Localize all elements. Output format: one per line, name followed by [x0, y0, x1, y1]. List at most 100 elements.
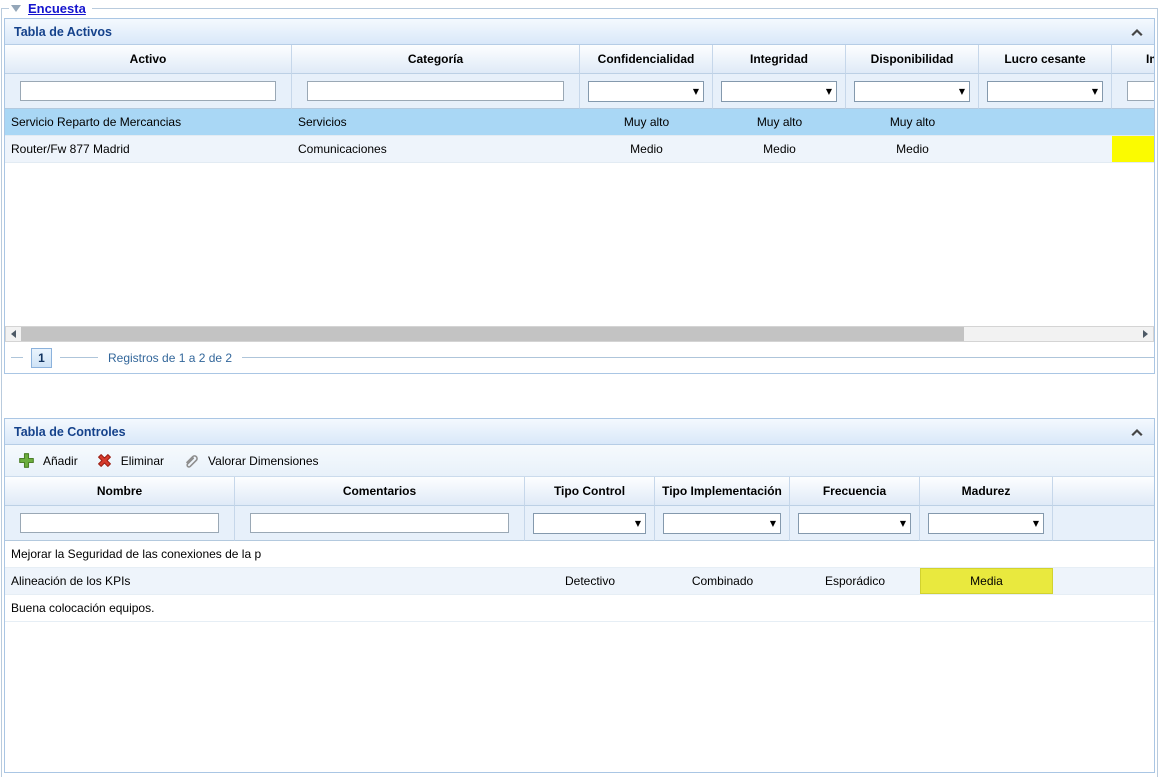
scroll-right-button[interactable] [1138, 327, 1153, 341]
activos-panel-header: Tabla de Activos [5, 19, 1154, 45]
col-header-tipo-control[interactable]: Tipo Control [525, 477, 655, 506]
pager-line [60, 357, 98, 358]
cell-categoria: Comunicaciones [292, 136, 580, 162]
cell-integridad: Muy alto [713, 109, 846, 135]
activos-collapse-icon[interactable] [1130, 26, 1144, 38]
cell-tipo-control [525, 541, 655, 567]
col-header-tipo-implementacion[interactable]: Tipo Implementación [655, 477, 790, 506]
controles-panel: Tabla de Controles Añadir Eliminar Valor… [4, 418, 1155, 773]
col-header-confidencialidad[interactable]: Confidencialidad [580, 45, 713, 74]
activos-pager: 1 Registros de 1 a 2 de 2 [5, 342, 1154, 373]
col-header-madurez[interactable]: Madurez [920, 477, 1053, 506]
encuesta-legend: Encuesta [9, 0, 92, 17]
activos-panel-title: Tabla de Activos [14, 25, 112, 39]
cell-madurez-highlight: Media [920, 568, 1053, 594]
filter-disponibilidad-select[interactable]: ▼ [854, 81, 970, 102]
col-header-frecuencia[interactable]: Frecuencia [790, 477, 920, 506]
controles-panel-header: Tabla de Controles [5, 419, 1154, 445]
cell-madurez [920, 595, 1053, 621]
controles-toolbar: Añadir Eliminar Valorar Dimensiones [5, 445, 1154, 477]
cell-madurez [920, 541, 1053, 567]
cell-lucro-cesante [979, 136, 1112, 162]
dropdown-arrow-icon: ▼ [1092, 87, 1098, 96]
cell-confidencialidad: Muy alto [580, 109, 713, 135]
col-header-filler [1053, 477, 1154, 506]
filter-categoria-input[interactable] [307, 81, 564, 101]
dropdown-arrow-icon: ▼ [770, 519, 776, 528]
add-button-label: Añadir [43, 454, 78, 468]
valorar-dimensiones-button[interactable]: Valorar Dimensiones [178, 449, 329, 472]
filter-tipo-control-select[interactable]: ▼ [533, 513, 646, 534]
controles-collapse-icon[interactable] [1130, 426, 1144, 438]
filter-lucro-cesante-select[interactable]: ▼ [987, 81, 1103, 102]
control-row-3[interactable]: Buena colocación equipos. [5, 595, 1154, 622]
cell-tipo-implementacion [655, 595, 790, 621]
cell-impacto [1112, 109, 1154, 135]
scroll-left-icon [11, 330, 16, 338]
filter-confidencialidad-select[interactable]: ▼ [588, 81, 704, 102]
scroll-left-button[interactable] [6, 327, 21, 341]
col-header-impacto[interactable]: Impacto [1112, 45, 1154, 74]
cell-lucro-cesante [979, 109, 1112, 135]
cell-comentarios [235, 568, 525, 594]
cell-tipo-control: Detectivo [525, 568, 655, 594]
cell-filler [1053, 595, 1154, 621]
cell-activo: Servicio Reparto de Mercancias [5, 109, 292, 135]
filter-activo-input[interactable] [20, 81, 276, 101]
asset-row-2[interactable]: Router/Fw 877 Madrid Comunicaciones Medi… [5, 136, 1154, 163]
col-header-lucro-cesante[interactable]: Lucro cesante [979, 45, 1112, 74]
cell-frecuencia [790, 541, 920, 567]
add-icon [18, 452, 35, 469]
control-row-2[interactable]: Alineación de los KPIs Detectivo Combina… [5, 568, 1154, 595]
filter-nombre-input[interactable] [20, 513, 219, 533]
activos-filter-row: ▼ ▼ ▼ ▼ [5, 74, 1154, 109]
col-header-integridad[interactable]: Integridad [713, 45, 846, 74]
cell-tipo-implementacion [655, 541, 790, 567]
activos-grid: Activo Categoría Confidencialidad Integr… [5, 45, 1154, 342]
filter-filler-cell [1053, 506, 1154, 541]
filter-frecuencia-select[interactable]: ▼ [798, 513, 911, 534]
cell-disponibilidad: Muy alto [846, 109, 979, 135]
col-header-disponibilidad[interactable]: Disponibilidad [846, 45, 979, 74]
control-row-1[interactable]: Mejorar la Seguridad de las conexiones d… [5, 541, 1154, 568]
col-header-nombre[interactable]: Nombre [5, 477, 235, 506]
dropdown-arrow-icon: ▼ [826, 87, 832, 96]
dropdown-arrow-icon: ▼ [693, 87, 699, 96]
filter-tipo-implementacion-select[interactable]: ▼ [663, 513, 781, 534]
cell-frecuencia: Esporádico [790, 568, 920, 594]
cell-frecuencia [790, 595, 920, 621]
dropdown-arrow-icon: ▼ [900, 519, 906, 528]
cell-impacto-highlight [1112, 136, 1154, 162]
cell-disponibilidad: Medio [846, 136, 979, 162]
asset-row-1[interactable]: Servicio Reparto de Mercancias Servicios… [5, 109, 1154, 136]
page-button-1[interactable]: 1 [31, 348, 52, 368]
filter-integridad-select[interactable]: ▼ [721, 81, 837, 102]
scroll-thumb[interactable] [21, 327, 964, 341]
col-header-activo[interactable]: Activo [5, 45, 292, 74]
delete-button[interactable]: Eliminar [92, 449, 174, 472]
filter-comentarios-input[interactable] [250, 513, 509, 533]
cell-filler [1053, 541, 1154, 567]
valorar-dimensiones-label: Valorar Dimensiones [208, 454, 319, 468]
cell-comentarios [235, 541, 525, 567]
filter-impacto-input[interactable] [1127, 81, 1154, 101]
dropdown-arrow-icon: ▼ [635, 519, 641, 528]
controles-grid: Nombre Comentarios Tipo Control Tipo Imp… [5, 477, 1154, 772]
col-header-categoria[interactable]: Categoría [292, 45, 580, 74]
filter-madurez-select[interactable]: ▼ [928, 513, 1044, 534]
h-scrollbar[interactable] [5, 326, 1154, 342]
pager-records-text: Registros de 1 a 2 de 2 [108, 351, 232, 365]
controles-filter-row: ▼ ▼ ▼ ▼ [5, 506, 1154, 541]
collapse-encuesta-icon[interactable] [11, 5, 21, 12]
cell-nombre: Mejorar la Seguridad de las conexiones d… [5, 541, 235, 567]
cell-filler [1053, 568, 1154, 594]
encuesta-title[interactable]: Encuesta [28, 1, 86, 16]
encuesta-fieldset: Encuesta Tabla de Activos Activo Categor… [1, 8, 1158, 777]
add-button[interactable]: Añadir [14, 449, 88, 472]
scroll-right-icon [1143, 330, 1148, 338]
delete-icon [96, 452, 113, 469]
col-header-comentarios[interactable]: Comentarios [235, 477, 525, 506]
cell-comentarios [235, 595, 525, 621]
activos-panel: Tabla de Activos Activo Categoría Confid… [4, 18, 1155, 374]
activos-header-row: Activo Categoría Confidencialidad Integr… [5, 45, 1154, 74]
